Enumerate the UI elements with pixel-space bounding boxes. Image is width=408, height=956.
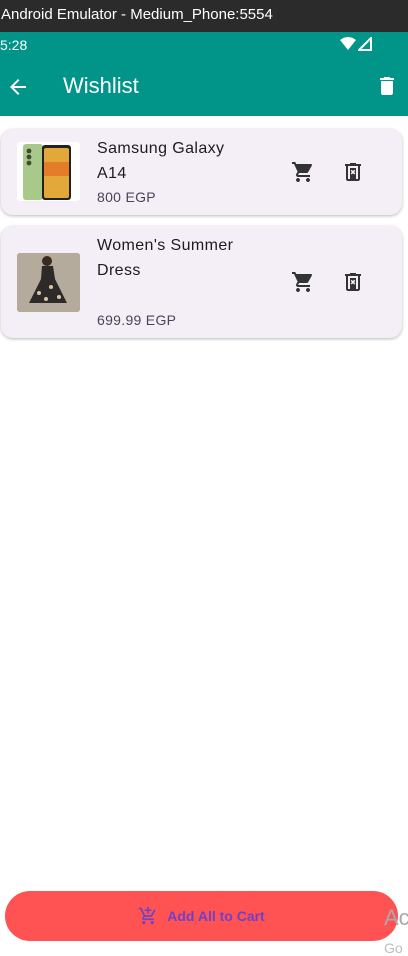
item-price: 800 EGP — [97, 189, 156, 205]
activation-watermark-subtext: Go — [384, 940, 403, 956]
status-icons — [340, 37, 372, 51]
shopping-cart-icon[interactable] — [291, 160, 315, 184]
wishlist-item[interactable]: Women's Summer Dress 699.99 EGP — [1, 226, 402, 338]
wishlist-item[interactable]: Samsung Galaxy A14 800 EGP — [1, 129, 402, 215]
wifi-icon — [340, 37, 356, 50]
signal-icon — [358, 37, 372, 51]
add-all-to-cart-button[interactable]: Add All to Cart — [5, 891, 398, 941]
add-all-to-cart-label: Add All to Cart — [167, 908, 265, 924]
add-shopping-cart-icon — [139, 906, 156, 925]
emulator-window-title: Android Emulator - Medium_Phone:5554 — [0, 0, 408, 32]
delete-icon[interactable] — [375, 74, 399, 98]
item-name: Samsung Galaxy A14 — [97, 140, 225, 182]
activation-watermark: Ac — [384, 905, 408, 930]
shopping-cart-icon[interactable] — [291, 270, 315, 294]
page-title: Wishlist — [63, 73, 139, 98]
arrow-back-icon[interactable] — [6, 75, 30, 99]
status-time: 5:28 — [0, 37, 28, 53]
app-bar: Wishlist — [0, 58, 408, 116]
phone-product-image — [17, 142, 80, 201]
dress-product-image — [17, 253, 80, 312]
status-bar: 5:28 — [0, 32, 408, 58]
remove-from-wishlist-icon[interactable] — [341, 160, 365, 184]
item-price: 699.99 EGP — [97, 312, 177, 328]
item-name: Women's Summer Dress — [97, 237, 234, 279]
remove-from-wishlist-icon[interactable] — [341, 270, 365, 294]
